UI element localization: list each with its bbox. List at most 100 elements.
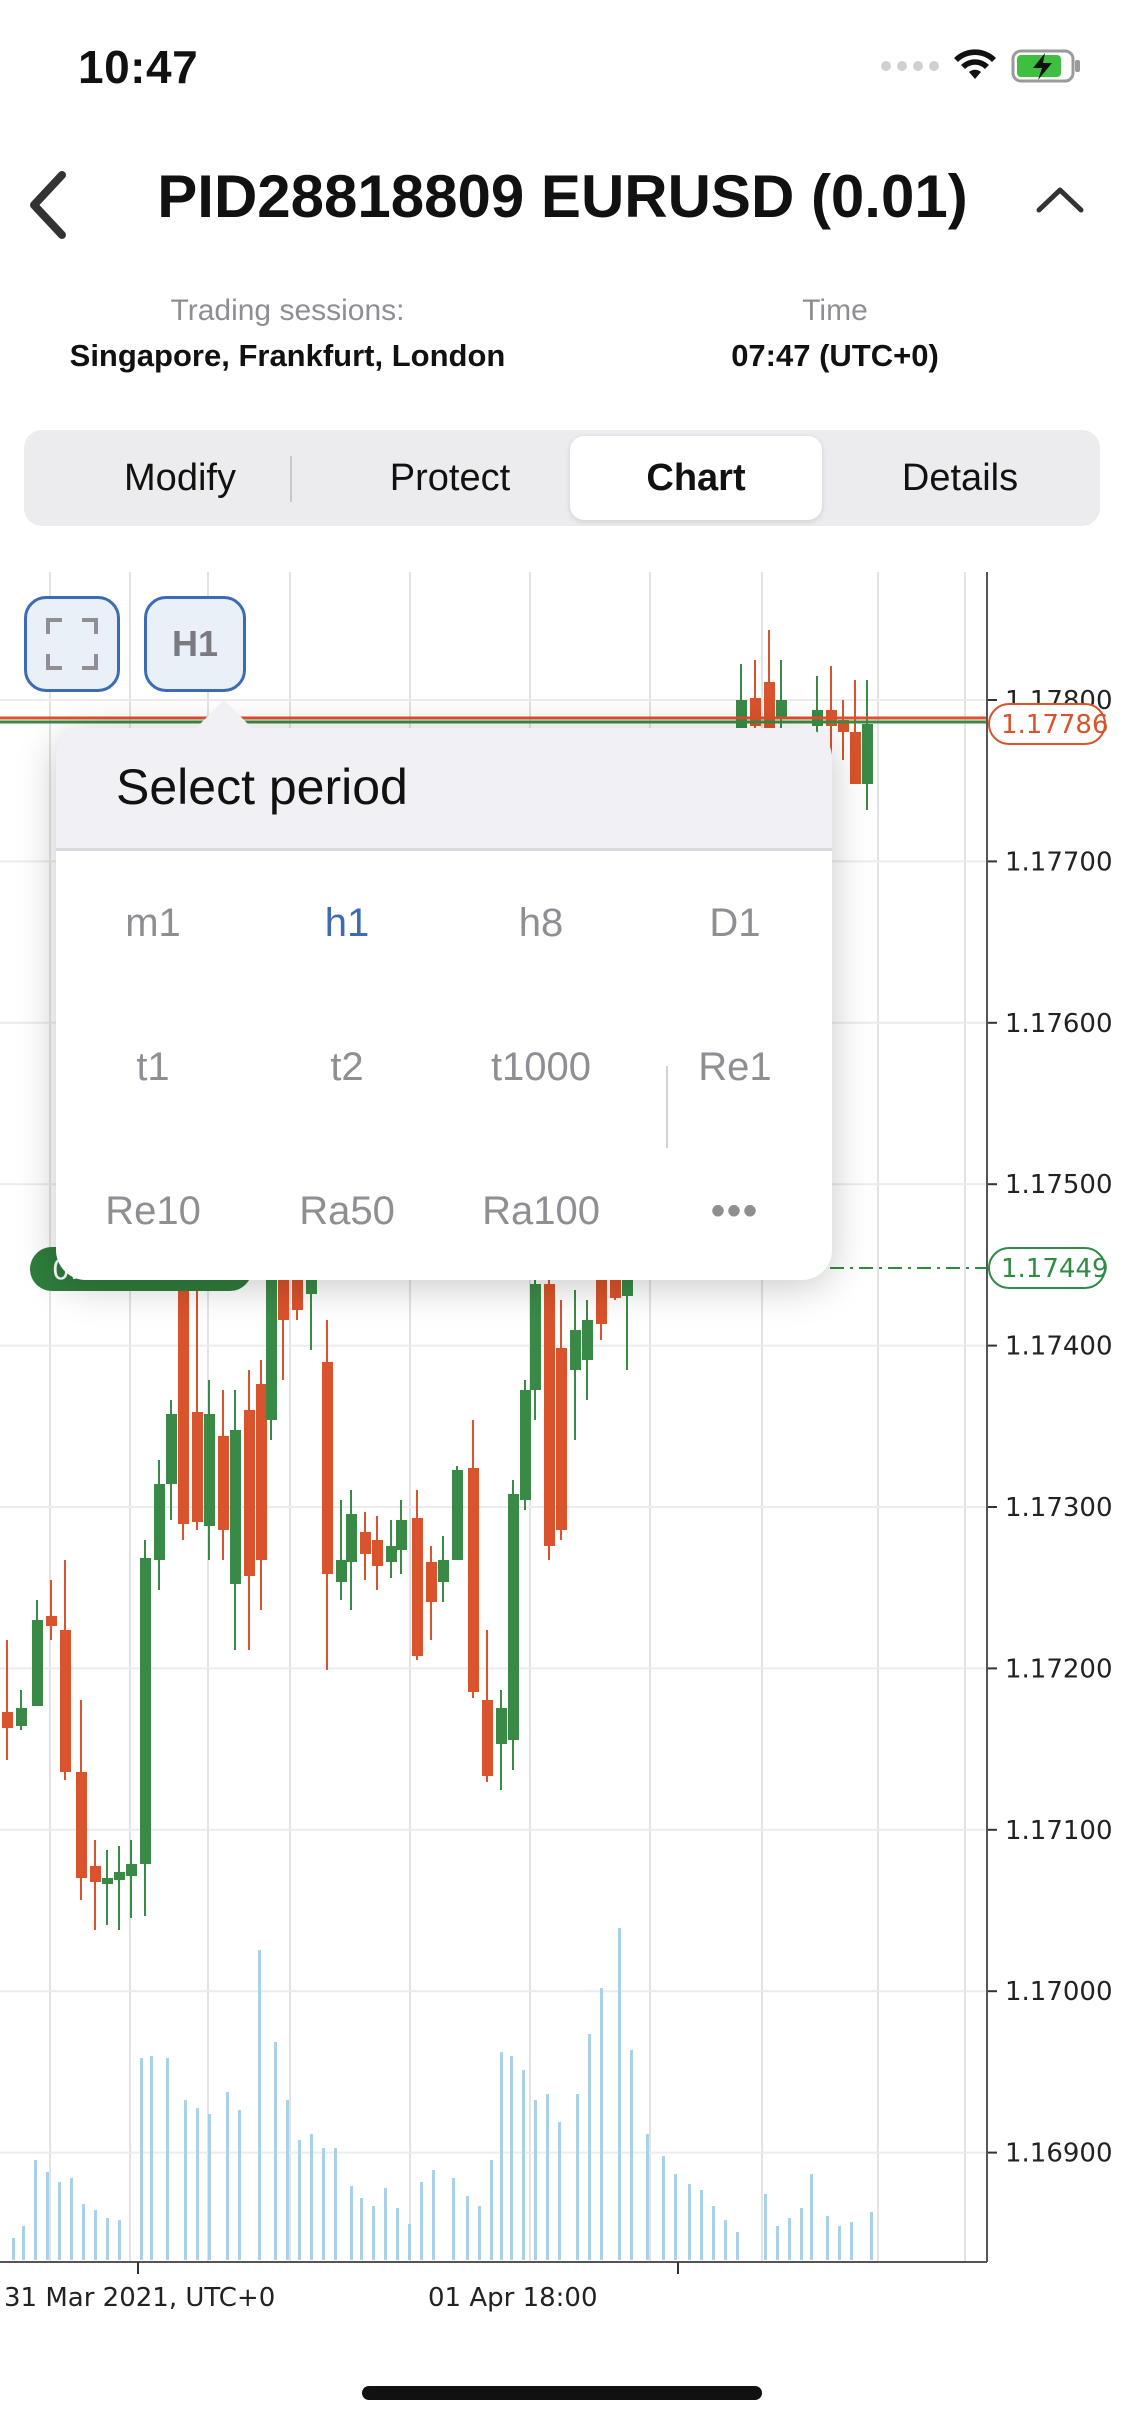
volume-bar (838, 2226, 841, 2260)
candle-up (166, 1414, 177, 1484)
trading-sessions-label: Trading sessions: (170, 294, 405, 327)
fullscreen-button[interactable] (24, 596, 120, 692)
volume-bar (712, 2206, 715, 2260)
tab-protect[interactable]: Protect (324, 436, 576, 520)
candle-down (482, 1700, 493, 1776)
time-label: Time (802, 294, 868, 327)
volume-bar (286, 2100, 289, 2260)
volume-bar (588, 2034, 591, 2260)
volume-bar (226, 2092, 229, 2260)
period-option-t1[interactable]: t1 (56, 995, 250, 1139)
volume-bar (360, 2198, 363, 2260)
candle-down (426, 1562, 437, 1602)
candle-down (372, 1540, 383, 1566)
candle-down (90, 1866, 101, 1882)
candle-down (544, 1284, 555, 1546)
volume-bar (150, 2056, 153, 2260)
volume-bar (558, 2122, 561, 2260)
volume-bar (34, 2160, 37, 2260)
volume-bar (600, 1988, 603, 2260)
tab-separator (290, 456, 292, 502)
candle-up (114, 1872, 125, 1880)
candle-up (862, 724, 873, 784)
session-time: Time 07:47 (UTC+0) (660, 294, 1010, 374)
volume-bar (82, 2204, 85, 2260)
volume-bar (166, 2058, 169, 2260)
volume-bar (826, 2216, 829, 2260)
period-option-h8[interactable]: h8 (444, 851, 638, 995)
volume-bar (274, 2042, 277, 2260)
period-option-m1[interactable]: m1 (56, 851, 250, 995)
y-tick-label: 1.17700 (1005, 847, 1113, 877)
period-option-d1[interactable]: D1 (638, 851, 832, 995)
volume-bar (384, 2188, 387, 2260)
volume-bar (372, 2206, 375, 2260)
volume-bar (736, 2232, 739, 2260)
volume-bar (576, 2094, 579, 2260)
candle-down (244, 1410, 255, 1576)
period-button[interactable]: H1 (144, 596, 246, 692)
volume-bar (662, 2156, 665, 2260)
volume-bar (788, 2218, 791, 2260)
volume-bar (322, 2148, 325, 2260)
candle-up (396, 1520, 407, 1550)
volume-bar (850, 2222, 853, 2260)
period-option-ra50[interactable]: Ra50 (250, 1139, 444, 1283)
time-value: 07:47 (UTC+0) (731, 338, 939, 373)
trading-sessions-value: Singapore, Frankfurt, London (69, 338, 506, 373)
candle-down (556, 1348, 567, 1530)
signal-icon (881, 61, 939, 71)
volume-bar (800, 2208, 803, 2260)
candle-down (256, 1384, 267, 1560)
candle-up (452, 1470, 463, 1560)
candle-up (520, 1390, 531, 1500)
more-periods-button[interactable]: ••• (638, 1139, 832, 1283)
candle-up (140, 1558, 151, 1864)
collapse-chevron-up-icon[interactable] (1025, 170, 1095, 230)
candle-up (102, 1878, 113, 1884)
period-option-ra100[interactable]: Ra100 (444, 1139, 638, 1283)
period-option-t2[interactable]: t2 (250, 995, 444, 1139)
candle-down (46, 1616, 57, 1626)
volume-bar (478, 2206, 481, 2260)
candle-up (508, 1494, 519, 1740)
candle-down (178, 1284, 189, 1524)
x-tick-label: 31 Mar 2021, UTC+0 (4, 2283, 275, 2313)
candle-down (322, 1362, 333, 1574)
period-option-h1[interactable]: h1 (250, 851, 444, 995)
volume-bar (466, 2196, 469, 2260)
candle-up (336, 1560, 347, 1582)
volume-bar (58, 2182, 61, 2260)
battery-charging-icon (1011, 49, 1080, 83)
period-option-re10[interactable]: Re10 (56, 1139, 250, 1283)
volume-bar (490, 2160, 493, 2260)
period-option-t1000[interactable]: t1000 (444, 995, 638, 1139)
candle-up (582, 1320, 593, 1360)
candle-up (346, 1514, 357, 1562)
tab-bar: Modify Protect Chart Details (24, 430, 1100, 526)
volume-bar (238, 2110, 241, 2260)
volume-bar (396, 2208, 399, 2260)
popup-title: Select period (116, 759, 408, 815)
volume-bar (70, 2178, 73, 2260)
volume-bar (350, 2186, 353, 2260)
volume-bar (46, 2172, 49, 2260)
volume-bar (630, 2050, 633, 2260)
candle-up (204, 1414, 215, 1526)
tab-chart[interactable]: Chart (570, 436, 822, 520)
volume-bar (534, 2100, 537, 2260)
select-period-popup: Select period m1 h1 h8 D1 t1 t2 t1000 Re… (56, 700, 832, 1283)
candle-down (218, 1436, 229, 1530)
candle-up (570, 1330, 581, 1370)
volume-bar (618, 1928, 621, 2260)
popup-caret (194, 700, 254, 730)
y-tick-label: 1.17200 (1005, 1654, 1113, 1684)
volume-bar (810, 2174, 813, 2260)
volume-bar (700, 2190, 703, 2260)
tab-modify[interactable]: Modify (54, 436, 306, 520)
volume-bar (298, 2140, 301, 2260)
candle-down (60, 1630, 71, 1772)
volume-bar (196, 2108, 199, 2260)
y-tick-label: 1.17400 (1005, 1332, 1113, 1362)
tab-details[interactable]: Details (834, 436, 1086, 520)
